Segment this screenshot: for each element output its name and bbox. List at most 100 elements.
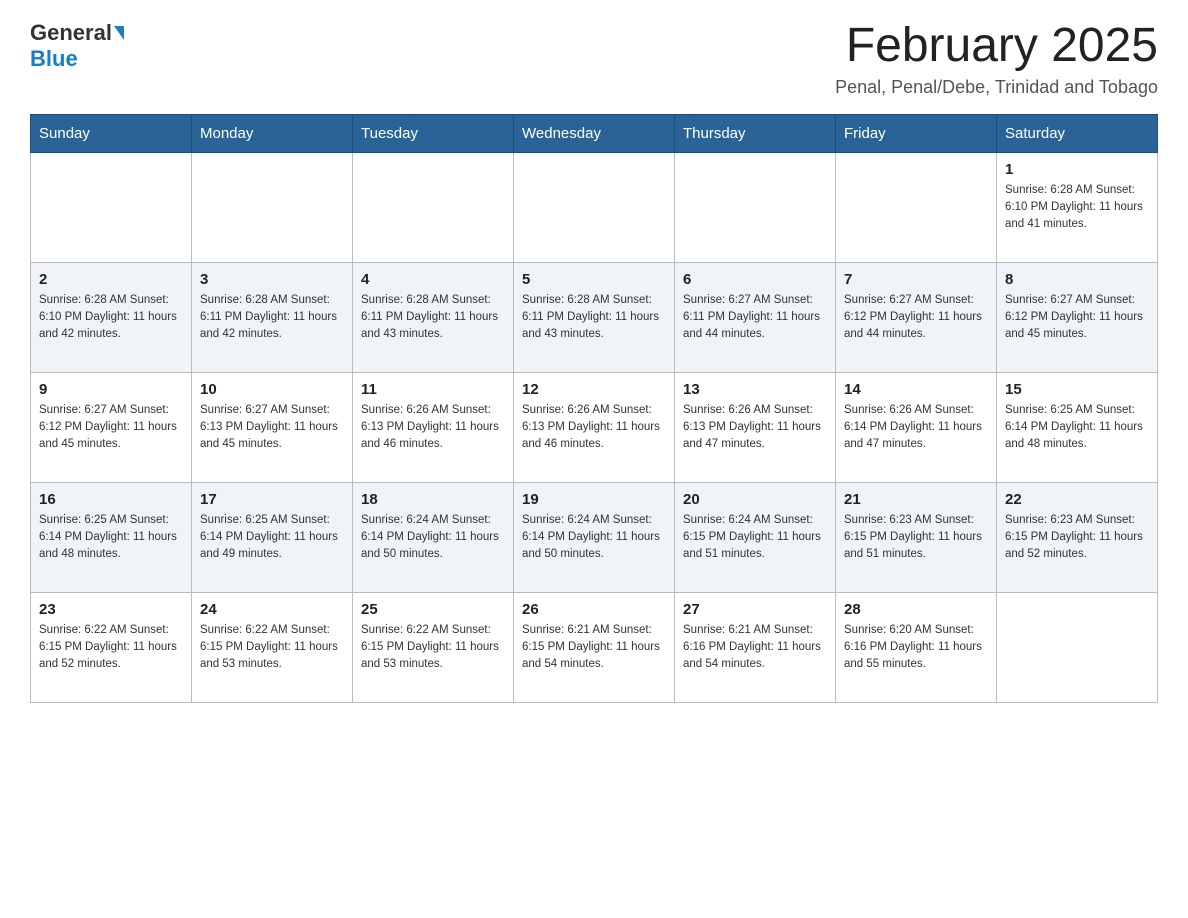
day-number: 2: [39, 271, 183, 288]
title-section: February 2025 Penal, Penal/Debe, Trinida…: [835, 20, 1158, 98]
calendar-cell: [192, 152, 353, 262]
calendar-cell: 21 Sunrise: 6:23 AM Sunset: 6:15 PM Dayli…: [836, 482, 997, 592]
calendar-cell: [675, 152, 836, 262]
day-number: 18: [361, 491, 505, 508]
day-number: 20: [683, 491, 827, 508]
day-info: Sunrise: 6:28 AM Sunset: 6:11 PM Dayligh…: [200, 292, 344, 344]
logo-blue: Blue: [30, 46, 78, 72]
day-info: Sunrise: 6:25 AM Sunset: 6:14 PM Dayligh…: [200, 512, 344, 564]
day-number: 27: [683, 601, 827, 618]
calendar-cell: 6Sunrise: 6:27 AM Sunset: 6:11 PM Daylig…: [675, 262, 836, 372]
day-number: 13: [683, 381, 827, 398]
calendar-cell: 17 Sunrise: 6:25 AM Sunset: 6:14 PM Dayli…: [192, 482, 353, 592]
day-number: 6: [683, 271, 827, 288]
day-number: 25: [361, 601, 505, 618]
calendar-week-row: 23 Sunrise: 6:22 AM Sunset: 6:15 PM Dayli…: [31, 592, 1158, 702]
location-title: Penal, Penal/Debe, Trinidad and Tobago: [835, 77, 1158, 98]
calendar-cell: 19 Sunrise: 6:24 AM Sunset: 6:14 PM Dayli…: [514, 482, 675, 592]
calendar-cell: 12 Sunrise: 6:26 AM Sunset: 6:13 PM Dayli…: [514, 372, 675, 482]
day-number: 15: [1005, 381, 1149, 398]
calendar-week-row: 9Sunrise: 6:27 AM Sunset: 6:12 PM Daylig…: [31, 372, 1158, 482]
calendar-cell: [31, 152, 192, 262]
calendar-cell: 7 Sunrise: 6:27 AM Sunset: 6:12 PM Daylig…: [836, 262, 997, 372]
day-info: Sunrise: 6:26 AM Sunset: 6:13 PM Dayligh…: [361, 402, 505, 454]
day-info: Sunrise: 6:27 AM Sunset: 6:12 PM Dayligh…: [1005, 292, 1149, 344]
logo: General Blue: [30, 20, 124, 72]
calendar-cell: 24Sunrise: 6:22 AM Sunset: 6:15 PM Dayli…: [192, 592, 353, 702]
day-number: 28: [844, 601, 988, 618]
day-number: 12: [522, 381, 666, 398]
calendar-cell: 14Sunrise: 6:26 AM Sunset: 6:14 PM Dayli…: [836, 372, 997, 482]
day-info: Sunrise: 6:28 AM Sunset: 6:10 PM Dayligh…: [1005, 182, 1149, 234]
logo-triangle-icon: [114, 26, 124, 40]
day-info: Sunrise: 6:23 AM Sunset: 6:15 PM Dayligh…: [1005, 512, 1149, 564]
calendar-cell: 20 Sunrise: 6:24 AM Sunset: 6:15 PM Dayli…: [675, 482, 836, 592]
day-info: Sunrise: 6:24 AM Sunset: 6:15 PM Dayligh…: [683, 512, 827, 564]
day-number: 8: [1005, 271, 1149, 288]
day-number: 3: [200, 271, 344, 288]
day-info: Sunrise: 6:26 AM Sunset: 6:13 PM Dayligh…: [522, 402, 666, 454]
calendar-cell: 23 Sunrise: 6:22 AM Sunset: 6:15 PM Dayli…: [31, 592, 192, 702]
calendar-cell: 4Sunrise: 6:28 AM Sunset: 6:11 PM Daylig…: [353, 262, 514, 372]
day-number: 16: [39, 491, 183, 508]
calendar-cell: 5 Sunrise: 6:28 AM Sunset: 6:11 PM Daylig…: [514, 262, 675, 372]
day-info: Sunrise: 6:24 AM Sunset: 6:14 PM Dayligh…: [361, 512, 505, 564]
day-number: 7: [844, 271, 988, 288]
calendar-cell: 11 Sunrise: 6:26 AM Sunset: 6:13 PM Dayli…: [353, 372, 514, 482]
day-number: 11: [361, 381, 505, 398]
calendar-cell: 26Sunrise: 6:21 AM Sunset: 6:15 PM Dayli…: [514, 592, 675, 702]
calendar-cell: 8 Sunrise: 6:27 AM Sunset: 6:12 PM Daylig…: [997, 262, 1158, 372]
calendar-cell: 10 Sunrise: 6:27 AM Sunset: 6:13 PM Dayli…: [192, 372, 353, 482]
calendar-cell: 25 Sunrise: 6:22 AM Sunset: 6:15 PM Dayli…: [353, 592, 514, 702]
calendar-cell: 2 Sunrise: 6:28 AM Sunset: 6:10 PM Daylig…: [31, 262, 192, 372]
day-info: Sunrise: 6:22 AM Sunset: 6:15 PM Dayligh…: [39, 622, 183, 674]
day-number: 17: [200, 491, 344, 508]
day-of-week-header: Monday: [192, 114, 353, 152]
day-info: Sunrise: 6:21 AM Sunset: 6:16 PM Dayligh…: [683, 622, 827, 674]
day-number: 10: [200, 381, 344, 398]
day-info: Sunrise: 6:25 AM Sunset: 6:14 PM Dayligh…: [1005, 402, 1149, 454]
day-info: Sunrise: 6:25 AM Sunset: 6:14 PM Dayligh…: [39, 512, 183, 564]
day-of-week-header: Wednesday: [514, 114, 675, 152]
day-info: Sunrise: 6:28 AM Sunset: 6:11 PM Dayligh…: [522, 292, 666, 344]
calendar-cell: 22 Sunrise: 6:23 AM Sunset: 6:15 PM Dayli…: [997, 482, 1158, 592]
day-info: Sunrise: 6:28 AM Sunset: 6:11 PM Dayligh…: [361, 292, 505, 344]
day-info: Sunrise: 6:27 AM Sunset: 6:13 PM Dayligh…: [200, 402, 344, 454]
day-info: Sunrise: 6:28 AM Sunset: 6:10 PM Dayligh…: [39, 292, 183, 344]
logo-general: General: [30, 20, 112, 46]
day-of-week-header: Thursday: [675, 114, 836, 152]
calendar-week-row: 2 Sunrise: 6:28 AM Sunset: 6:10 PM Daylig…: [31, 262, 1158, 372]
day-info: Sunrise: 6:23 AM Sunset: 6:15 PM Dayligh…: [844, 512, 988, 564]
day-info: Sunrise: 6:27 AM Sunset: 6:12 PM Dayligh…: [844, 292, 988, 344]
day-info: Sunrise: 6:26 AM Sunset: 6:13 PM Dayligh…: [683, 402, 827, 454]
calendar-cell: 16 Sunrise: 6:25 AM Sunset: 6:14 PM Dayli…: [31, 482, 192, 592]
day-of-week-header: Tuesday: [353, 114, 514, 152]
day-number: 5: [522, 271, 666, 288]
day-number: 21: [844, 491, 988, 508]
calendar-week-row: 16 Sunrise: 6:25 AM Sunset: 6:14 PM Dayli…: [31, 482, 1158, 592]
calendar-cell: [836, 152, 997, 262]
day-of-week-header: Sunday: [31, 114, 192, 152]
day-of-week-header: Friday: [836, 114, 997, 152]
calendar-cell: 1Sunrise: 6:28 AM Sunset: 6:10 PM Daylig…: [997, 152, 1158, 262]
calendar-cell: 27 Sunrise: 6:21 AM Sunset: 6:16 PM Dayli…: [675, 592, 836, 702]
month-title: February 2025: [835, 20, 1158, 73]
day-number: 26: [522, 601, 666, 618]
day-number: 19: [522, 491, 666, 508]
calendar-cell: [514, 152, 675, 262]
day-info: Sunrise: 6:24 AM Sunset: 6:14 PM Dayligh…: [522, 512, 666, 564]
calendar-cell: 15 Sunrise: 6:25 AM Sunset: 6:14 PM Dayli…: [997, 372, 1158, 482]
day-info: Sunrise: 6:20 AM Sunset: 6:16 PM Dayligh…: [844, 622, 988, 674]
day-of-week-header: Saturday: [997, 114, 1158, 152]
day-number: 22: [1005, 491, 1149, 508]
calendar-cell: 13 Sunrise: 6:26 AM Sunset: 6:13 PM Dayli…: [675, 372, 836, 482]
calendar-cell: 18 Sunrise: 6:24 AM Sunset: 6:14 PM Dayli…: [353, 482, 514, 592]
calendar-cell: 28 Sunrise: 6:20 AM Sunset: 6:16 PM Dayli…: [836, 592, 997, 702]
calendar-week-row: 1Sunrise: 6:28 AM Sunset: 6:10 PM Daylig…: [31, 152, 1158, 262]
calendar-cell: 9Sunrise: 6:27 AM Sunset: 6:12 PM Daylig…: [31, 372, 192, 482]
page-header: General Blue February 2025 Penal, Penal/…: [30, 20, 1158, 98]
day-info: Sunrise: 6:26 AM Sunset: 6:14 PM Dayligh…: [844, 402, 988, 454]
day-info: Sunrise: 6:22 AM Sunset: 6:15 PM Dayligh…: [361, 622, 505, 674]
day-number: 23: [39, 601, 183, 618]
day-info: Sunrise: 6:22 AM Sunset: 6:15 PM Dayligh…: [200, 622, 344, 674]
